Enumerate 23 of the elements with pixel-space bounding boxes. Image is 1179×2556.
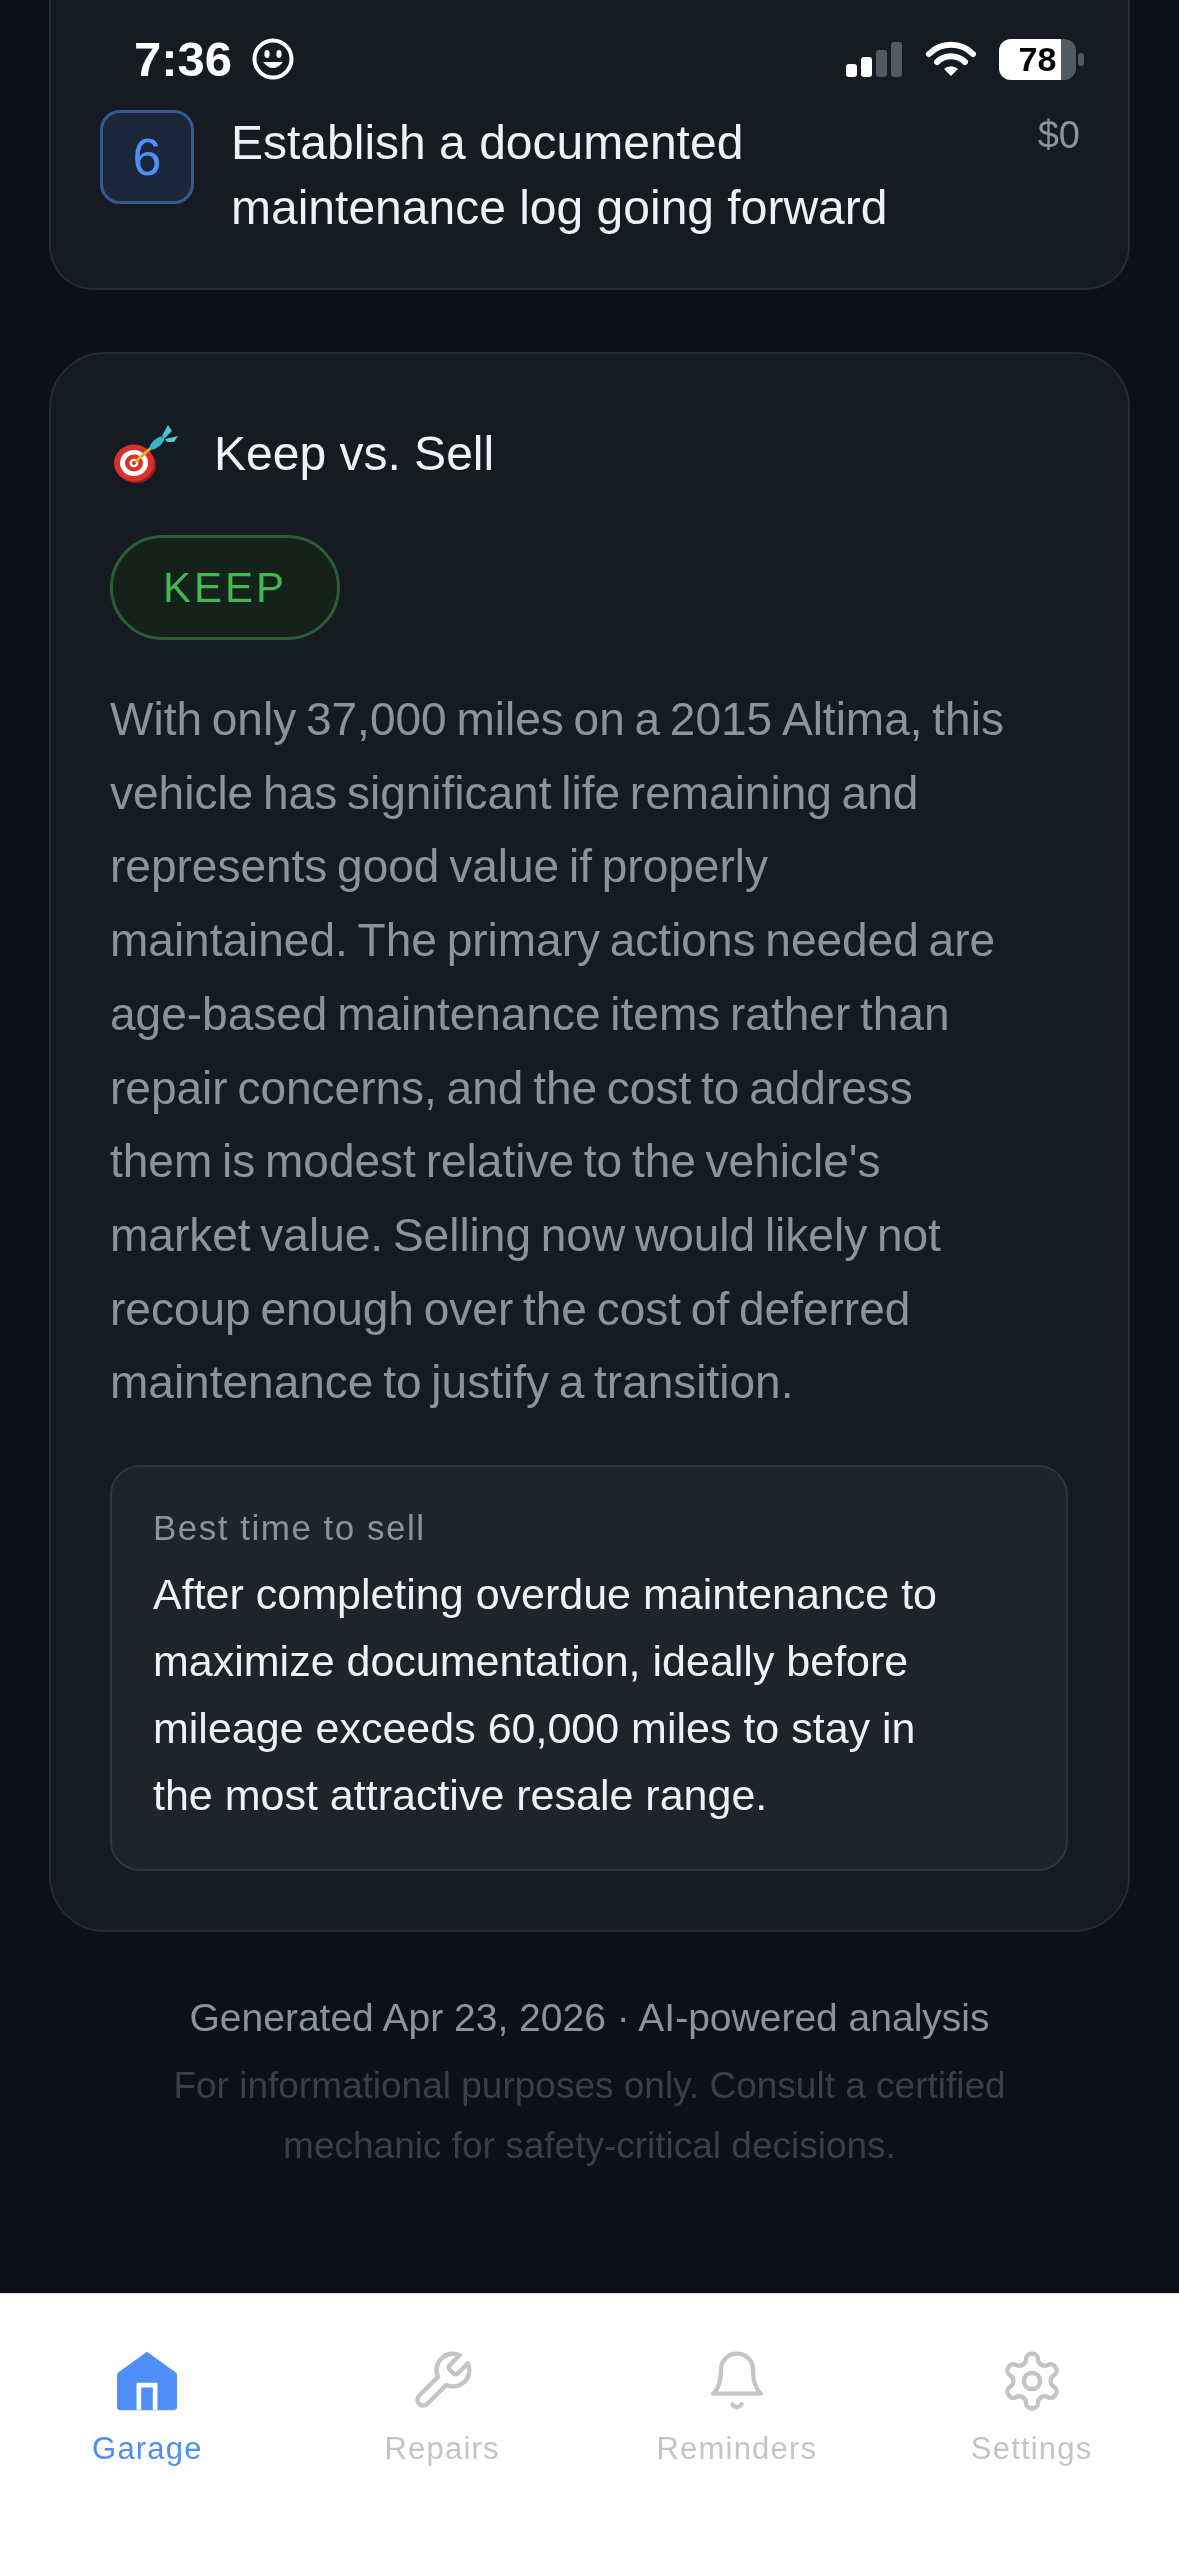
summary-text: With only 37,000 miles on a 2015 Altima, this vehicle has significant life remaining and represents good value if properly maintained. The primary actions needed are age-based maintenance items rather than repair concerns, and the cost to address them is modest relative to the vehicle's market value. Selling now would likely not recoup enough over the cost of deferred maintenance to justify a transition. (110, 692, 1005, 1411)
battery-percentage: 78 (1018, 40, 1057, 78)
nav-tab[interactable]: Garage (68, 2341, 227, 2479)
status-time: 7:36 (134, 31, 233, 87)
best-time-text: After completing overdue maintenance to maximize documentation, ideally before mileage exceeds 60,000 miles to stay in the most attractive resale range. (153, 1569, 938, 1822)
wrench-icon (412, 2351, 473, 2411)
wifi-icon (925, 41, 977, 77)
smiley-icon (252, 38, 295, 80)
action-cost: $0 (1037, 113, 1080, 158)
best-time-label: Best time to sell (153, 1507, 427, 1550)
nav-tab[interactable]: Reminders (632, 2341, 842, 2479)
signal-icon (846, 41, 903, 77)
action-title: Establish a documented maintenance log going forward (231, 115, 889, 236)
step-badge: 6 (100, 110, 194, 204)
verdict-badge: KEEP (110, 535, 341, 640)
bell-icon (709, 2351, 764, 2411)
nav-tab[interactable]: Repairs (360, 2341, 524, 2479)
nav-tab[interactable]: Settings (946, 2341, 1117, 2479)
target-icon (112, 425, 179, 483)
battery-icon (999, 38, 1084, 80)
generated-text: Generated Apr 23, 2026 · AI-powered analysis (189, 1995, 990, 2042)
home-icon (117, 2351, 178, 2411)
section-title: Keep vs. Sell (214, 426, 495, 482)
